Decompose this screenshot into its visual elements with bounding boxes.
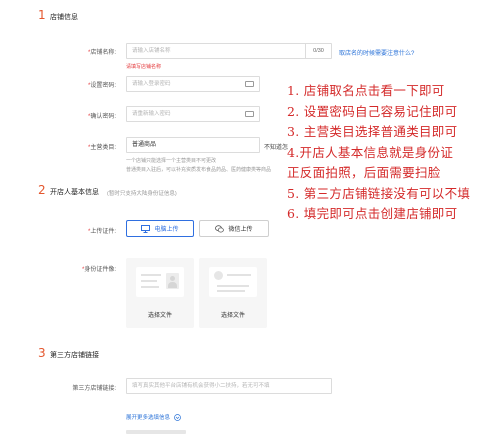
expand-more-toggle[interactable]: 展开更多选填信息 xyxy=(126,413,181,421)
expand-more-label: 展开更多选填信息 xyxy=(126,415,171,421)
category-select[interactable]: 普通商品 xyxy=(126,137,260,153)
category-label: *主营类目: xyxy=(87,145,116,151)
store-name-placeholder: 请输入店铺名称 xyxy=(132,48,171,54)
section-2-number: 2 xyxy=(38,183,46,197)
keyboard-icon xyxy=(245,111,254,117)
set-password-placeholder: 请输入登录密码 xyxy=(132,81,171,87)
upload-label: *上传证件: xyxy=(87,229,116,235)
portrait-icon xyxy=(166,273,179,289)
section-3-title: 第三方店铺链接 xyxy=(50,352,99,359)
section-2-subtitle: (暂时只支持大陆身份证信息) xyxy=(107,191,177,197)
category-side-text: 不知道怎 xyxy=(264,145,289,151)
third-party-link-input[interactable]: 填写真实其他平台店铺有机会获得小二扶持，若无可不填 xyxy=(126,378,332,394)
annotation-line-7: 6. 填完即可点击创建店铺即可 xyxy=(287,206,458,221)
id-card-back-illustration xyxy=(209,267,257,297)
section-1-title: 店铺信息 xyxy=(50,14,78,21)
annotation-line-4: 4.开店人基本信息就是身份证 xyxy=(287,144,454,160)
annotation-line-5: 正反面拍照，后面需要扫脸 xyxy=(287,165,441,180)
id-card-front-illustration xyxy=(136,267,184,297)
id-photo-label: *身份证件像: xyxy=(81,267,116,273)
chevron-down-icon xyxy=(174,413,181,421)
store-name-label: *店铺名称: xyxy=(87,50,116,56)
emblem-icon xyxy=(214,271,223,280)
confirm-password-placeholder: 请重新输入密码 xyxy=(132,111,171,117)
monitor-icon xyxy=(141,224,151,233)
confirm-password-input[interactable]: 请重新输入密码 xyxy=(126,106,260,122)
wechat-icon xyxy=(215,224,225,232)
store-name-error: 请填写店铺名称 xyxy=(126,64,162,70)
category-hint-2: 普通类目入驻后，可以补充资质发布食品药品、医药健康类等商品 xyxy=(126,167,272,173)
upload-wechat-label: 微信上传 xyxy=(228,227,253,233)
annotation-line-6: 5. 第三方店铺链接没有可以不填 xyxy=(287,185,471,201)
store-name-input[interactable]: 请输入店铺名称 0/30 xyxy=(126,43,332,59)
upload-pc-label: 电脑上传 xyxy=(154,227,179,233)
keyboard-icon xyxy=(245,81,254,87)
store-name-counter: 0/30 xyxy=(305,44,331,58)
id-card-front-upload[interactable]: 选择文件 xyxy=(126,258,194,328)
confirm-password-label: *确认密码: xyxy=(87,114,116,120)
id-card-back-upload[interactable]: 选择文件 xyxy=(199,258,267,328)
annotation-line-1: 1. 店铺取名点击看一下即可 xyxy=(287,83,445,98)
category-hint-1: 一个店铺只能选择一个主营类目不可更改 xyxy=(126,158,217,164)
choose-file-front: 选择文件 xyxy=(147,313,172,319)
section-2-title: 开店人基本信息 xyxy=(50,189,99,196)
upload-wechat-button[interactable]: 微信上传 xyxy=(199,220,269,237)
faded-text-line xyxy=(126,430,186,434)
upload-pc-button[interactable]: 电脑上传 xyxy=(126,220,194,237)
third-party-link-label: 第三方店铺链接: xyxy=(72,386,116,392)
choose-file-back: 选择文件 xyxy=(220,313,245,319)
section-3-number: 3 xyxy=(38,346,46,360)
annotation-block: 1. 店铺取名点击看一下即可 2. 设置密码自己容易记住即可 3. 主营类目选择… xyxy=(287,80,492,224)
section-1-number: 1 xyxy=(38,8,46,22)
annotation-line-3: 3. 主营类目选择普通类目即可 xyxy=(287,124,458,139)
set-password-input[interactable]: 请输入登录密码 xyxy=(126,76,260,92)
store-name-help-link[interactable]: 取店名的时候需要注意什么? xyxy=(339,48,414,57)
set-password-label: *设置密码: xyxy=(87,83,116,89)
annotation-line-2: 2. 设置密码自己容易记住即可 xyxy=(287,103,458,119)
third-party-link-placeholder: 填写真实其他平台店铺有机会获得小二扶持，若无可不填 xyxy=(132,383,270,389)
category-value: 普通商品 xyxy=(132,142,157,148)
